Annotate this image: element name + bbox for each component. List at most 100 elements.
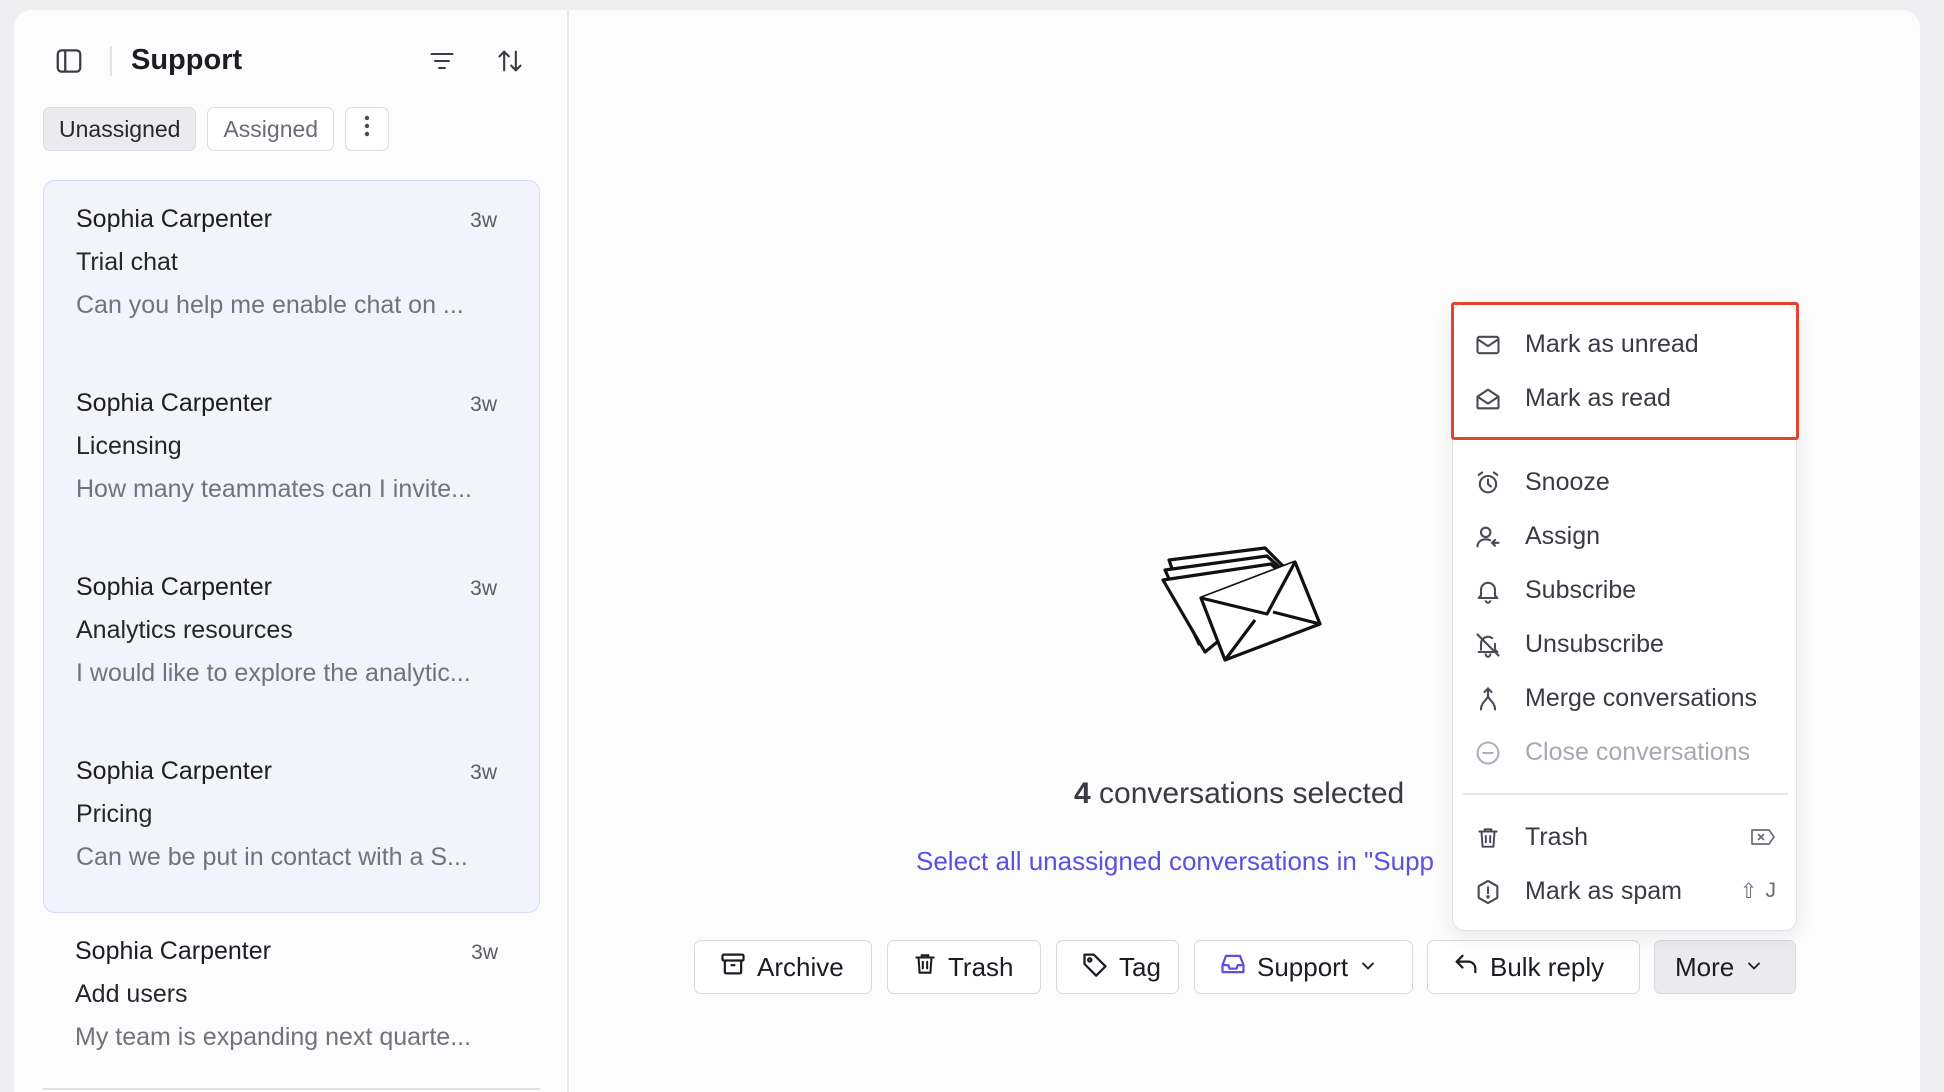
minus-circle-icon [1474, 739, 1502, 767]
tab-unassigned[interactable]: Unassigned [43, 107, 197, 151]
contact-name: Sophia Carpenter [76, 389, 272, 417]
menu-item-label: Mark as unread [1525, 329, 1699, 358]
conversation-item[interactable]: Sophia Carpenter 3w Trial chat Can you h… [44, 181, 539, 365]
header-divider [110, 46, 112, 76]
user-assign-icon [1474, 523, 1502, 551]
conversation-preview: Can we be put in contact with a S... [76, 843, 468, 871]
conversation-sidebar: Support Unassigned Assigned Sophia Carpe… [14, 10, 569, 1092]
selection-count: 4 [1074, 777, 1091, 810]
trash-icon [1474, 824, 1502, 852]
conversation-item[interactable]: Sophia Carpenter 3w Add users My team is… [43, 913, 540, 1092]
menu-item-label: Unsubscribe [1525, 629, 1664, 658]
list-divider [43, 1088, 540, 1090]
conversation-subject: Trial chat [76, 248, 178, 276]
conversation-time: 3w [470, 577, 497, 600]
menu-item-label: Trash [1525, 822, 1588, 851]
keyboard-shortcut: ⇧ J [1740, 879, 1776, 904]
selection-count-label: conversations selected [1099, 777, 1405, 810]
conversation-item[interactable]: Sophia Carpenter 3w Analytics resources … [44, 549, 539, 733]
menu-item-merge[interactable]: Merge conversations [1453, 675, 1796, 721]
bell-icon [1474, 577, 1502, 605]
sidebar-toggle-icon[interactable] [50, 42, 88, 80]
menu-item-subscribe[interactable]: Subscribe [1453, 567, 1796, 613]
menu-item-label: Merge conversations [1525, 683, 1758, 712]
tag-icon [1081, 950, 1109, 985]
inbox-select-button[interactable]: Support [1194, 940, 1413, 994]
conversation-preview: My team is expanding next quarte... [75, 1023, 472, 1051]
more-label: More [1675, 951, 1735, 982]
tab-assigned[interactable]: Assigned [207, 107, 335, 151]
conversation-time: 3w [470, 761, 497, 784]
contact-name: Sophia Carpenter [76, 573, 272, 601]
conversation-subject: Analytics resources [76, 616, 293, 644]
menu-item-label: Snooze [1525, 467, 1610, 496]
conversation-list: Sophia Carpenter 3w Trial chat Can you h… [43, 180, 540, 1092]
conversation-item[interactable]: Sophia Carpenter 3w Pricing Can we be pu… [44, 733, 539, 912]
bell-off-icon [1474, 631, 1502, 659]
filter-icon[interactable] [425, 44, 459, 78]
inbox-icon [1219, 950, 1247, 985]
menu-item-mark-unread[interactable]: Mark as unread [1453, 321, 1796, 367]
envelopes-illustration-icon [1155, 540, 1325, 670]
menu-item-label: Mark as read [1525, 383, 1671, 412]
more-button[interactable]: More [1654, 940, 1796, 994]
conversation-time: 3w [470, 209, 497, 232]
contact-name: Sophia Carpenter [76, 205, 272, 233]
conversation-subject: Licensing [76, 432, 182, 460]
archive-label: Archive [757, 951, 844, 982]
menu-item-snooze[interactable]: Snooze [1453, 459, 1796, 505]
menu-item-mark-spam[interactable]: Mark as spam ⇧ J [1453, 868, 1796, 914]
archive-button[interactable]: Archive [694, 940, 872, 994]
selection-count-text: 4 conversations selected [1074, 777, 1404, 811]
menu-item-label: Mark as spam [1525, 876, 1682, 905]
reply-icon [1452, 950, 1480, 985]
more-actions-menu: Mark as unread Mark as read Snooze Assig… [1452, 303, 1797, 931]
conversation-time: 3w [470, 393, 497, 416]
trash-label: Trash [948, 951, 1014, 982]
chevron-down-icon [1744, 952, 1764, 983]
alarm-clock-icon [1474, 469, 1502, 497]
menu-item-assign[interactable]: Assign [1453, 513, 1796, 559]
tabs-more-button[interactable] [345, 107, 390, 151]
spam-icon [1474, 878, 1502, 906]
tag-button[interactable]: Tag [1056, 940, 1179, 994]
tag-label: Tag [1119, 951, 1161, 982]
merge-icon [1474, 685, 1502, 713]
page-title: Support [131, 44, 243, 76]
menu-item-label: Subscribe [1525, 575, 1637, 604]
sidebar-header: Support [14, 10, 567, 90]
vertical-dots-icon [364, 115, 370, 143]
conversation-preview: Can you help me enable chat on ... [76, 291, 464, 319]
bulk-reply-label: Bulk reply [1490, 951, 1605, 982]
menu-item-label: Close conversations [1525, 737, 1751, 766]
shift-key-icon: ⇧ [1739, 879, 1758, 903]
envelope-icon [1474, 331, 1502, 359]
menu-item-label: Assign [1525, 521, 1601, 550]
chevron-down-icon [1358, 952, 1378, 983]
shortcut-key: J [1765, 879, 1777, 902]
contact-name: Sophia Carpenter [75, 937, 271, 965]
conversation-preview: How many teammates can I invite... [76, 475, 472, 503]
delete-key-icon [1750, 827, 1776, 847]
contact-name: Sophia Carpenter [76, 757, 272, 785]
inbox-label: Support [1257, 951, 1349, 982]
conversation-subject: Add users [75, 980, 188, 1008]
menu-item-mark-read[interactable]: Mark as read [1453, 375, 1796, 421]
menu-item-close[interactable]: Close conversations [1453, 729, 1796, 775]
bulk-reply-button[interactable]: Bulk reply [1427, 940, 1640, 994]
sort-icon[interactable] [493, 44, 527, 78]
trash-icon [912, 951, 938, 984]
selected-conversations-group: Sophia Carpenter 3w Trial chat Can you h… [43, 180, 540, 913]
conversation-preview: I would like to explore the analytic... [76, 659, 471, 687]
conversation-item[interactable]: Sophia Carpenter 3w Licensing How many t… [44, 365, 539, 549]
conversation-time: 3w [471, 941, 498, 964]
menu-item-trash[interactable]: Trash [1453, 814, 1796, 860]
assignment-tabs: Unassigned Assigned [43, 107, 390, 151]
conversation-subject: Pricing [76, 800, 153, 828]
menu-item-unsubscribe[interactable]: Unsubscribe [1453, 621, 1796, 667]
select-all-link[interactable]: Select all unassigned conversations in "… [916, 846, 1451, 877]
menu-divider [1463, 793, 1788, 795]
archive-icon [719, 950, 747, 985]
trash-button[interactable]: Trash [887, 940, 1041, 994]
envelope-open-icon [1474, 385, 1502, 413]
